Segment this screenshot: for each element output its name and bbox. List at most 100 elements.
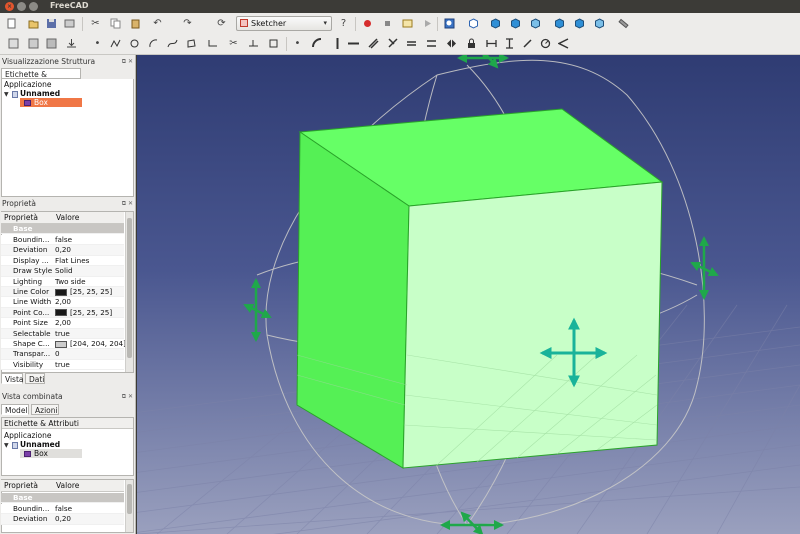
leave-sketch-icon[interactable] — [44, 36, 59, 51]
constrain-symmetric-icon[interactable] — [444, 36, 459, 51]
cut-icon[interactable]: ✂ — [88, 16, 103, 31]
top-view-icon[interactable] — [508, 16, 523, 31]
constrain-vertical-distance-icon[interactable] — [502, 36, 517, 51]
rear-view-icon[interactable] — [552, 16, 567, 31]
measure-distance-icon[interactable] — [616, 16, 631, 31]
constrain-vertical-icon[interactable] — [330, 36, 345, 51]
workbench-selector[interactable]: Sketcher ▾ — [236, 16, 332, 31]
polyline-icon[interactable] — [108, 36, 123, 51]
property-value[interactable]: true — [55, 360, 125, 370]
refresh-icon[interactable]: ⟳ — [214, 16, 229, 31]
expand-arrow-icon[interactable]: ▼ — [4, 90, 10, 99]
expand-arrow-icon[interactable]: ▼ — [4, 441, 10, 450]
fillet-icon[interactable] — [206, 36, 221, 51]
panel-float-close-icon[interactable]: ⧉ ✕ — [122, 391, 133, 402]
close-window-icon[interactable]: × — [5, 2, 14, 11]
property-row[interactable]: Deviation 0,20 — [1, 514, 125, 525]
circle-icon[interactable] — [127, 36, 142, 51]
property-value[interactable]: Solid — [55, 266, 125, 276]
property-value[interactable]: 0,20 — [55, 245, 125, 255]
copy-icon[interactable] — [108, 16, 123, 31]
point-icon[interactable]: • — [90, 36, 105, 51]
property-row[interactable]: Shape C... [204, 204, 204] — [1, 339, 125, 350]
property-value[interactable]: Flat Lines — [55, 256, 125, 266]
color-swatch[interactable] — [55, 288, 67, 296]
edit-macro-icon[interactable] — [400, 16, 415, 31]
property-value[interactable]: 2,00 — [55, 297, 125, 307]
panel-float-close-icon[interactable]: ⧉ ✕ — [122, 198, 133, 209]
tab-model[interactable]: Model — [1, 404, 29, 415]
constrain-horizontal-distance-icon[interactable] — [484, 36, 499, 51]
undo-icon[interactable]: ↶ — [150, 16, 165, 31]
left-view-icon[interactable] — [592, 16, 607, 31]
save-icon[interactable] — [44, 16, 59, 31]
constrain-perpendicular-icon[interactable] — [386, 36, 401, 51]
record-macro-icon[interactable] — [360, 16, 375, 31]
3d-scene[interactable] — [137, 55, 800, 534]
constrain-equal-icon[interactable] — [424, 36, 439, 51]
paste-icon[interactable] — [128, 16, 143, 31]
property-value[interactable]: false — [55, 235, 125, 245]
constrain-coincident-icon[interactable]: • — [290, 36, 305, 51]
property-row[interactable]: Deviation 0,20 — [1, 245, 125, 256]
open-folder-icon[interactable] — [26, 16, 41, 31]
tree-box-item[interactable]: Box — [20, 98, 82, 107]
arc-icon[interactable] — [146, 36, 161, 51]
property-row[interactable]: Boundin... false — [1, 504, 124, 515]
property-value[interactable]: 0 — [55, 349, 125, 359]
polygon-icon[interactable] — [184, 36, 199, 51]
edit-sketch-icon[interactable] — [26, 36, 41, 51]
fit-all-icon[interactable] — [442, 16, 457, 31]
scrollbar-thumb[interactable] — [127, 218, 132, 358]
property-value[interactable]: Two side — [55, 277, 125, 287]
property-row[interactable]: Draw Style Solid — [1, 266, 125, 277]
constrain-angle-icon[interactable] — [556, 36, 571, 51]
property-row[interactable]: Line Width 2,00 — [1, 297, 125, 308]
map-sketch-icon[interactable] — [64, 36, 79, 51]
whats-this-icon[interactable]: ? — [336, 16, 351, 31]
right-view-icon[interactable] — [528, 16, 543, 31]
combo-property-scrollbar[interactable] — [125, 480, 133, 532]
combo-tree-box-item[interactable]: Box — [20, 449, 82, 458]
color-swatch[interactable] — [55, 309, 67, 317]
property-row[interactable]: Transpar... 0 — [1, 349, 125, 360]
property-value[interactable]: true — [55, 329, 125, 339]
3d-view[interactable] — [137, 55, 800, 534]
constrain-point-on-object-icon[interactable] — [310, 36, 325, 51]
constrain-distance-icon[interactable] — [520, 36, 535, 51]
run-macro-icon[interactable] — [420, 16, 435, 31]
property-row[interactable]: Point Size 2,00 — [1, 318, 125, 329]
property-row[interactable]: Line Color [25, 25, 25] — [1, 287, 125, 298]
combo-property-group-base[interactable]: Base — [1, 493, 124, 504]
maximize-window-icon[interactable] — [29, 2, 38, 11]
constrain-tangent-icon[interactable] — [404, 36, 419, 51]
property-row[interactable]: Boundin... false — [1, 235, 125, 246]
property-group-base[interactable]: Base — [1, 224, 124, 235]
property-value[interactable]: 0,20 — [55, 514, 125, 524]
property-scrollbar[interactable] — [125, 212, 133, 372]
property-value[interactable]: 2,00 — [55, 318, 125, 328]
tab-dati[interactable]: Dati — [25, 373, 45, 384]
external-geometry-icon[interactable] — [246, 36, 261, 51]
panel-float-close-icon[interactable]: ⧉ ✕ — [122, 56, 133, 67]
import-export-icon[interactable] — [62, 16, 77, 31]
color-swatch[interactable] — [55, 340, 67, 348]
combo-tree-document-item[interactable]: ▼ Unnamed — [4, 440, 60, 449]
constrain-parallel-icon[interactable] — [366, 36, 381, 51]
property-value[interactable]: [25, 25, 25] — [55, 308, 125, 318]
stop-macro-icon[interactable] — [380, 16, 395, 31]
property-row[interactable]: Point Co... [25, 25, 25] — [1, 307, 125, 319]
tab-vista[interactable]: Vista — [1, 373, 24, 384]
new-sketch-icon[interactable] — [6, 36, 21, 51]
property-row[interactable]: Display ... Flat Lines — [1, 255, 125, 267]
bspline-icon[interactable] — [165, 36, 180, 51]
constrain-lock-icon[interactable] — [464, 36, 479, 51]
property-row[interactable]: Visibility true — [1, 359, 125, 371]
redo-icon[interactable]: ↷ — [180, 16, 195, 31]
property-value[interactable]: [25, 25, 25] — [55, 287, 125, 297]
property-row[interactable]: Selectable true — [1, 328, 125, 339]
minimize-window-icon[interactable] — [17, 2, 26, 11]
bottom-view-icon[interactable] — [572, 16, 587, 31]
new-document-icon[interactable] — [4, 16, 19, 31]
property-row[interactable]: Lighting Two side — [1, 276, 125, 287]
